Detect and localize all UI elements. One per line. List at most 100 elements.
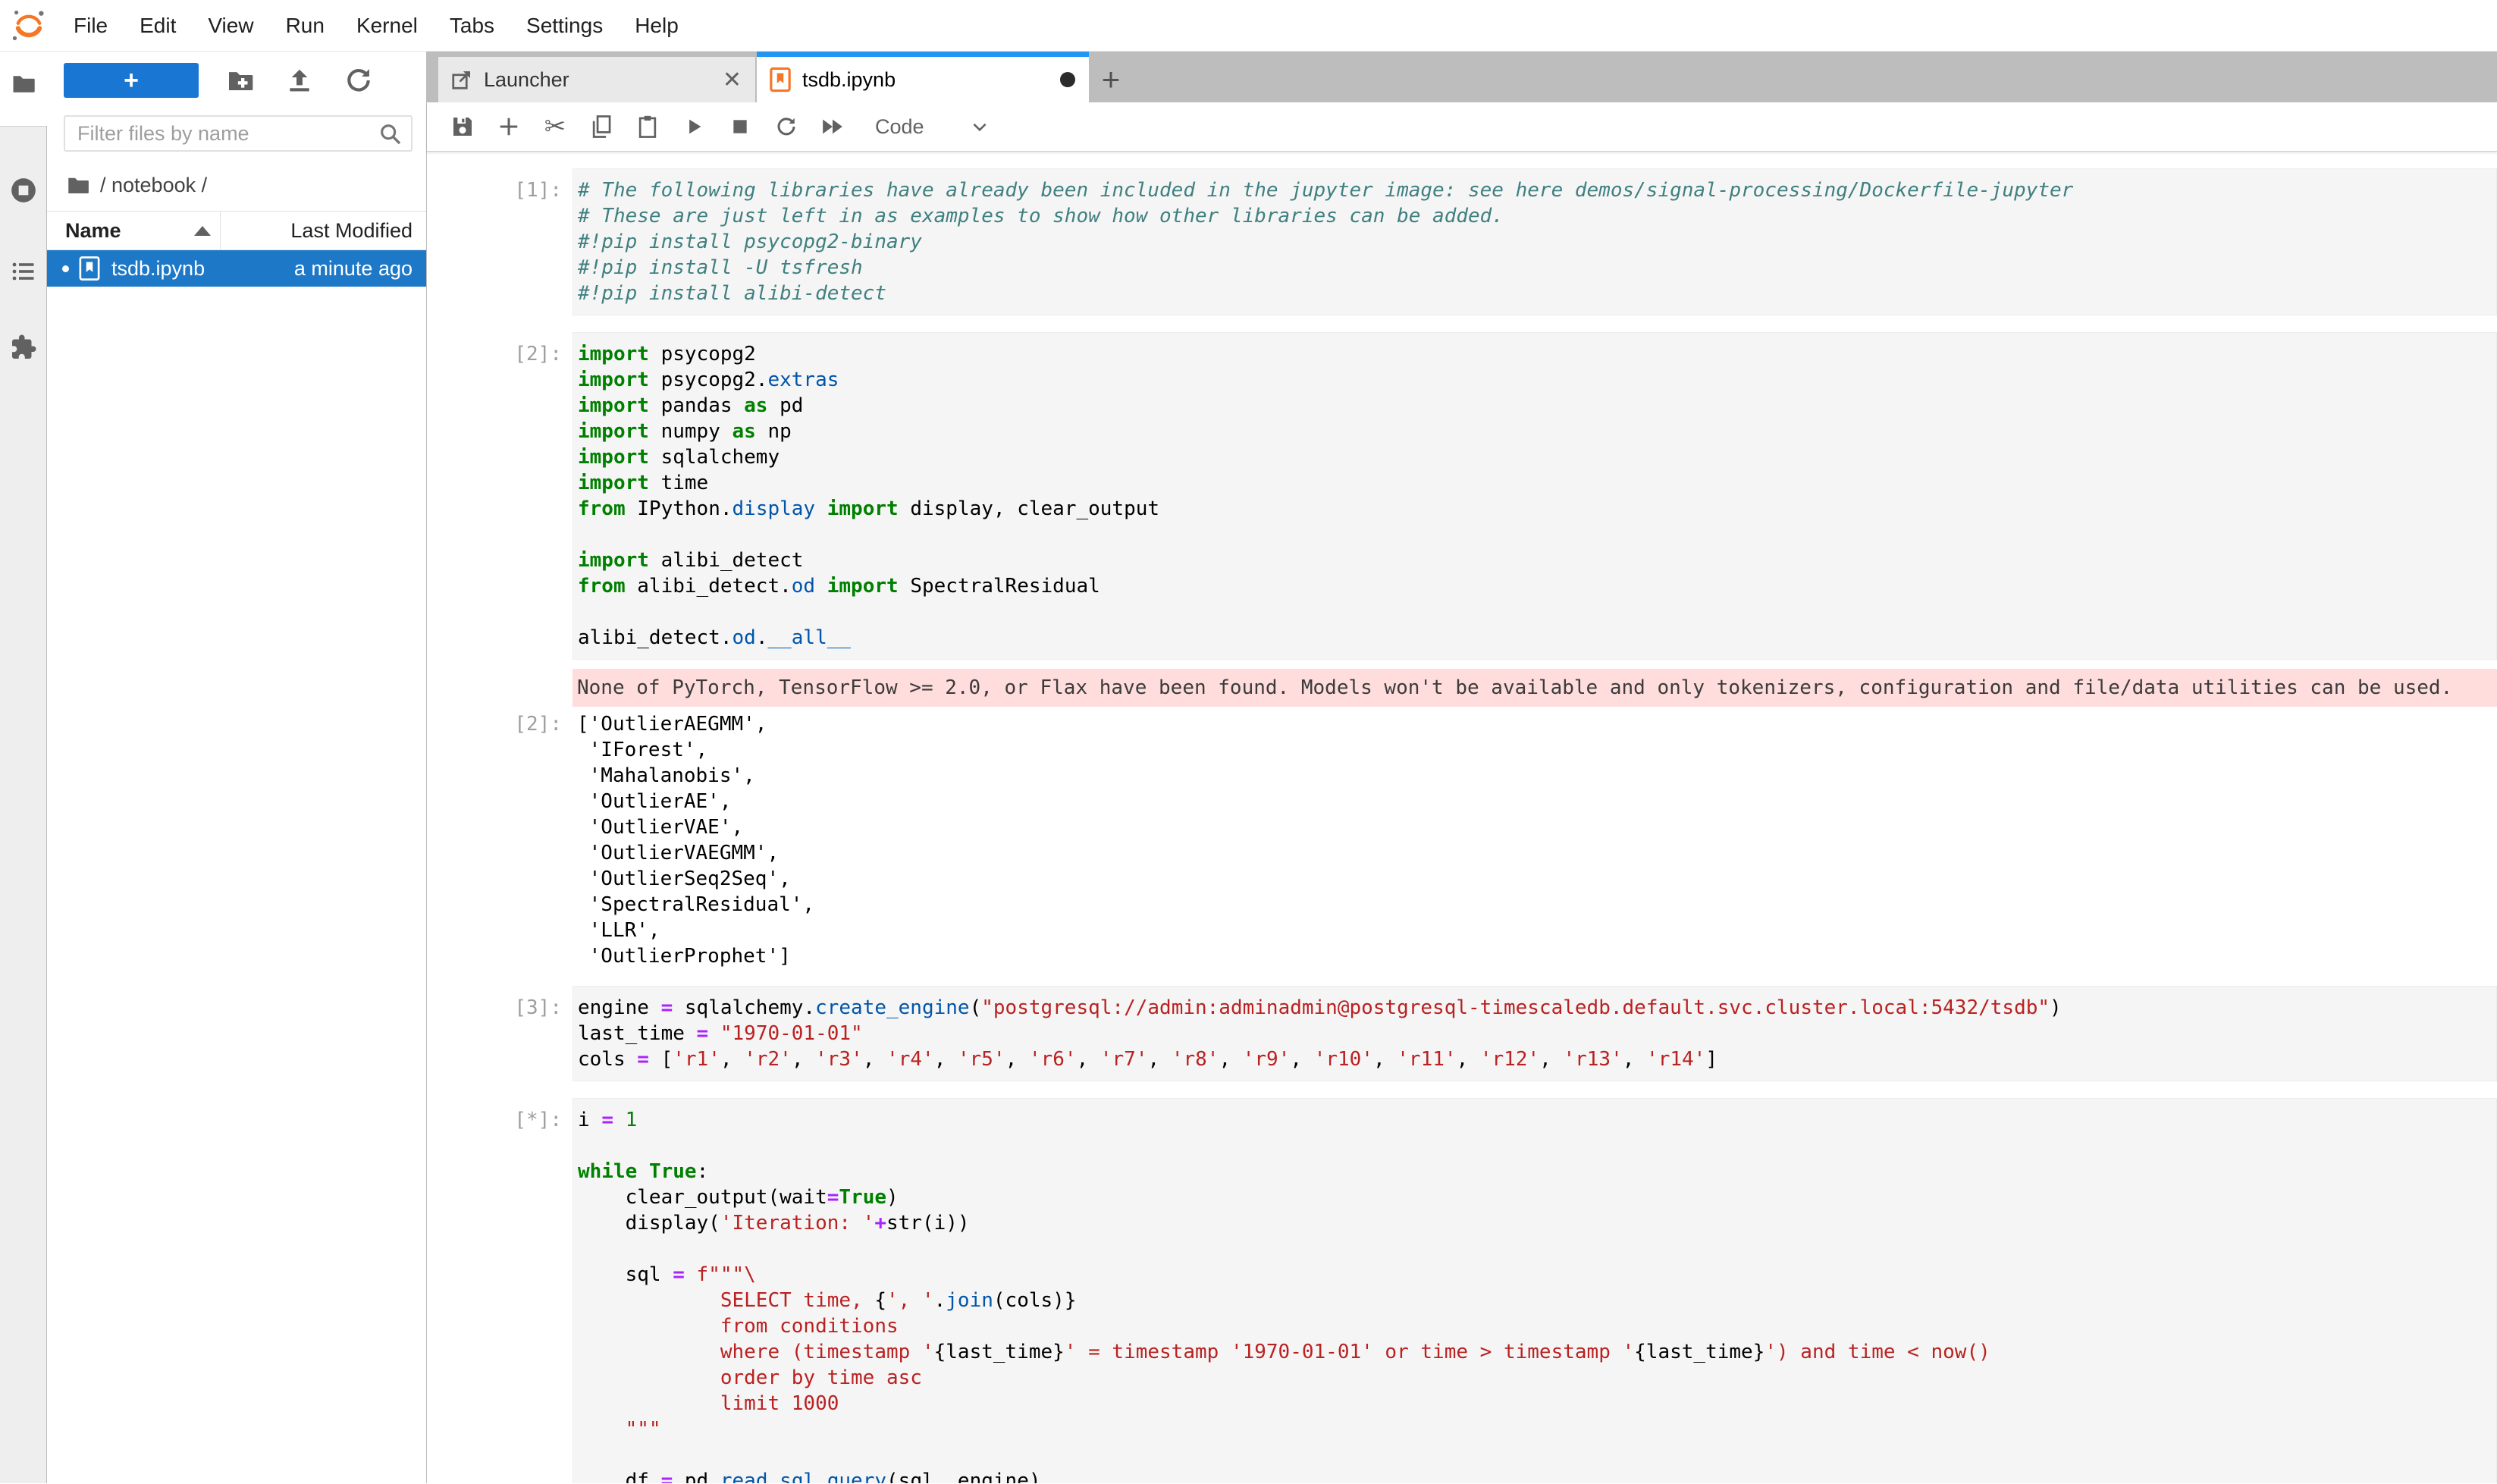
code-line: import time [578, 470, 2496, 496]
fast-forward-icon [820, 116, 845, 137]
code-line [578, 599, 2496, 625]
new-tab-button[interactable]: + [1089, 57, 1133, 102]
cell-type-value: Code [875, 115, 924, 139]
unsaved-dot-icon [62, 265, 69, 272]
unsaved-changes-icon[interactable] [1060, 72, 1075, 87]
save-button[interactable] [450, 114, 475, 140]
extensions-tab[interactable] [0, 326, 47, 369]
stop-circle-icon [9, 176, 38, 205]
output-line: 'OutlierAE', [577, 789, 2497, 814]
output-line: 'OutlierVAEGMM', [577, 840, 2497, 866]
insert-cell-button[interactable] [496, 114, 522, 140]
menu-run[interactable]: Run [270, 14, 340, 38]
output-line: ['OutlierAEGMM', [577, 711, 2497, 737]
code-line: sql = f"""\ [578, 1262, 2496, 1288]
output-prompt [427, 660, 572, 711]
code-line: while True: [578, 1159, 2496, 1184]
input-prompt: [2]: [427, 332, 572, 660]
run-cell-button[interactable] [681, 114, 707, 140]
new-folder-button[interactable] [223, 63, 258, 98]
output-line: 'LLR', [577, 918, 2497, 943]
cell-editor[interactable]: import psycopg2import psycopg2.extrasimp… [572, 332, 2497, 660]
running-kernels-tab[interactable] [0, 169, 47, 212]
code-line: engine = sqlalchemy.create_engine("postg… [578, 995, 2496, 1021]
code-line: alibi_detect.od.__all__ [578, 625, 2496, 651]
stderr-output: None of PyTorch, TensorFlow >= 2.0, or F… [572, 669, 2497, 707]
code-line: df = pd.read_sql_query(sql, engine) [578, 1468, 2496, 1483]
chevron-down-icon [970, 117, 990, 136]
tab-launcher[interactable]: Launcher ✕ [438, 57, 755, 102]
jupyter-logo-icon [11, 8, 47, 44]
new-launcher-button[interactable]: + [64, 63, 199, 98]
code-line: from IPython.display import display, cle… [578, 496, 2496, 522]
tab-label: tsdb.ipynb [802, 68, 896, 92]
notebook-icon [769, 67, 792, 93]
menu-view[interactable]: View [192, 14, 269, 38]
menu-settings[interactable]: Settings [510, 14, 619, 38]
code-line: import alibi_detect [578, 547, 2496, 573]
file-browser-panel: + [47, 52, 427, 1483]
stop-icon [730, 117, 750, 136]
interrupt-kernel-button[interactable] [727, 114, 753, 140]
close-tab-icon[interactable]: ✕ [723, 67, 742, 93]
launcher-icon [450, 68, 473, 91]
cut-cells-button[interactable]: ✂ [542, 114, 568, 140]
paste-cells-button[interactable] [635, 114, 660, 140]
notebook-cells: [1]:# The following libraries have alrea… [427, 168, 2497, 1483]
left-activity-bar [0, 52, 47, 1483]
copy-icon [590, 115, 613, 139]
refresh-button[interactable] [341, 63, 376, 98]
code-line: display('Iteration: '+str(i)) [578, 1210, 2496, 1236]
output-prompt: [2]: [427, 711, 572, 969]
column-header-name[interactable]: Name [47, 219, 220, 243]
filter-files-input[interactable] [64, 115, 413, 152]
table-of-contents-tab[interactable] [0, 250, 47, 293]
execute-result: ['OutlierAEGMM', 'IForest', 'Mahalanobis… [572, 711, 2497, 969]
restart-kernel-button[interactable] [773, 114, 799, 140]
top-menu-bar: File Edit View Run Kernel Tabs Settings … [0, 0, 2497, 52]
file-list-header: Name Last Modified [47, 211, 426, 250]
cell-editor[interactable]: i = 1 while True: clear_output(wait=True… [572, 1098, 2497, 1483]
notebook-scroll-area[interactable]: [1]:# The following libraries have alrea… [427, 152, 2497, 1483]
breadcrumb-path: / notebook / [100, 174, 207, 197]
refresh-icon [344, 66, 373, 95]
output-line: 'Mahalanobis', [577, 763, 2497, 789]
restart-run-all-button[interactable] [820, 114, 845, 140]
home-folder-icon [65, 172, 91, 198]
save-icon [450, 115, 475, 139]
plus-icon: + [124, 67, 139, 93]
code-line: SELECT time, {', '.join(cols)} [578, 1288, 2496, 1313]
breadcrumb[interactable]: / notebook / [47, 152, 426, 199]
code-line: import psycopg2 [578, 341, 2496, 367]
tab-tsdb-notebook[interactable]: tsdb.ipynb [757, 52, 1089, 102]
folder-icon [10, 70, 37, 97]
list-icon [10, 258, 37, 285]
upload-button[interactable] [282, 63, 317, 98]
cell-editor[interactable]: # The following libraries have already b… [572, 168, 2497, 315]
filter-files-wrapper [64, 115, 413, 152]
menu-file[interactable]: File [58, 14, 124, 38]
copy-cells-button[interactable] [588, 114, 614, 140]
column-header-modified[interactable]: Last Modified [221, 219, 426, 243]
file-browser-toolbar: + [47, 52, 426, 99]
run-icon [683, 116, 704, 137]
cell-editor[interactable]: engine = sqlalchemy.create_engine("postg… [572, 986, 2497, 1081]
file-row-tsdb[interactable]: tsdb.ipynb a minute ago [47, 250, 426, 287]
new-folder-icon [225, 65, 256, 96]
menu-tabs[interactable]: Tabs [434, 14, 510, 38]
file-browser-tab[interactable] [0, 62, 47, 105]
code-line [578, 1133, 2496, 1159]
menu-help[interactable]: Help [619, 14, 695, 38]
file-name: tsdb.ipynb [111, 257, 205, 281]
input-prompt: [*]: [427, 1098, 572, 1483]
notebook-cell: [2]:import psycopg2import psycopg2.extra… [427, 332, 2497, 969]
cell-type-dropdown[interactable]: Code [875, 115, 990, 139]
menu-edit[interactable]: Edit [124, 14, 192, 38]
code-line: #!pip install psycopg2-binary [578, 229, 2496, 255]
code-line: import sqlalchemy [578, 444, 2496, 470]
code-line [578, 522, 2496, 547]
code-line: # The following libraries have already b… [578, 177, 2496, 203]
search-icon [378, 121, 403, 147]
menu-kernel[interactable]: Kernel [340, 14, 434, 38]
code-line: from alibi_detect.od import SpectralResi… [578, 573, 2496, 599]
